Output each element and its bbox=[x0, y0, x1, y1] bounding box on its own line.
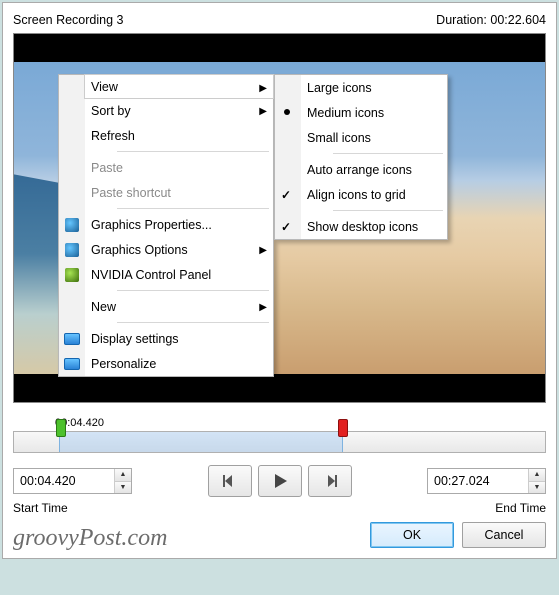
chevron-right-icon: ▶ bbox=[259, 83, 267, 94]
watermark-text: groovyPost.com bbox=[13, 525, 167, 552]
chevron-right-icon: ▶ bbox=[259, 302, 267, 313]
menu-item-new[interactable]: New ▶ bbox=[85, 294, 273, 319]
menu-item-nvidia[interactable]: NVIDIA Control Panel bbox=[85, 262, 273, 287]
start-time-label: Start Time bbox=[13, 501, 68, 515]
ok-button[interactable]: OK bbox=[370, 522, 454, 548]
selection-range bbox=[59, 432, 343, 452]
timeline-tick-label: 00:04.420 bbox=[55, 417, 546, 429]
menu-item-paste-shortcut: Paste shortcut bbox=[85, 180, 273, 205]
end-time-spinner[interactable]: ▲ ▼ bbox=[427, 468, 546, 494]
play-button[interactable] bbox=[258, 465, 302, 497]
chevron-right-icon: ▶ bbox=[259, 245, 267, 256]
cancel-button[interactable]: Cancel bbox=[462, 522, 546, 548]
nvidia-icon bbox=[65, 268, 79, 282]
view-submenu[interactable]: Large icons Medium icons Small icons Aut… bbox=[274, 74, 448, 240]
spinner-down-icon[interactable]: ▼ bbox=[115, 482, 131, 494]
submenu-medium-icons[interactable]: Medium icons bbox=[301, 100, 447, 125]
submenu-show-desktop-icons[interactable]: ✓ Show desktop icons bbox=[301, 214, 447, 239]
trim-dialog: Screen Recording 3 Duration: 00:22.604 V… bbox=[2, 2, 557, 559]
video-preview: View ▶ Sort by ▶ Refresh Paste bbox=[13, 33, 546, 403]
submenu-auto-arrange[interactable]: Auto arrange icons bbox=[301, 157, 447, 182]
start-time-input[interactable] bbox=[14, 469, 114, 493]
menu-item-personalize[interactable]: Personalize bbox=[85, 351, 273, 376]
checkmark-icon: ✓ bbox=[281, 220, 291, 234]
menu-item-refresh[interactable]: Refresh bbox=[85, 123, 273, 148]
menu-item-graphics-options[interactable]: Graphics Options ▶ bbox=[85, 237, 273, 262]
duration-display: Duration: 00:22.604 bbox=[436, 13, 546, 27]
intel-graphics-icon bbox=[65, 243, 79, 257]
submenu-small-icons[interactable]: Small icons bbox=[301, 125, 447, 150]
step-back-button[interactable] bbox=[208, 465, 252, 497]
trim-timeline[interactable] bbox=[13, 431, 546, 453]
spinner-up-icon[interactable]: ▲ bbox=[529, 469, 545, 482]
recording-title: Screen Recording 3 bbox=[13, 13, 123, 27]
intel-graphics-icon bbox=[65, 218, 79, 232]
spinner-up-icon[interactable]: ▲ bbox=[115, 469, 131, 482]
spinner-down-icon[interactable]: ▼ bbox=[529, 482, 545, 494]
menu-item-sort-by[interactable]: Sort by ▶ bbox=[85, 98, 273, 123]
checkmark-icon: ✓ bbox=[281, 188, 291, 202]
start-time-spinner[interactable]: ▲ ▼ bbox=[13, 468, 132, 494]
personalize-icon bbox=[64, 358, 80, 370]
menu-item-display-settings[interactable]: Display settings bbox=[85, 326, 273, 351]
radio-selected-icon bbox=[284, 109, 290, 115]
end-time-label: End Time bbox=[495, 501, 546, 515]
submenu-align-to-grid[interactable]: ✓ Align icons to grid bbox=[301, 182, 447, 207]
menu-item-paste: Paste bbox=[85, 155, 273, 180]
display-icon bbox=[64, 333, 80, 345]
start-handle[interactable] bbox=[56, 421, 68, 455]
step-forward-button[interactable] bbox=[308, 465, 352, 497]
menu-item-view[interactable]: View ▶ bbox=[84, 74, 274, 99]
end-time-input[interactable] bbox=[428, 469, 528, 493]
end-handle[interactable] bbox=[338, 421, 350, 455]
submenu-large-icons[interactable]: Large icons bbox=[301, 75, 447, 100]
menu-item-graphics-properties[interactable]: Graphics Properties... bbox=[85, 212, 273, 237]
chevron-right-icon: ▶ bbox=[259, 106, 267, 117]
desktop-context-menu[interactable]: View ▶ Sort by ▶ Refresh Paste bbox=[58, 74, 274, 377]
